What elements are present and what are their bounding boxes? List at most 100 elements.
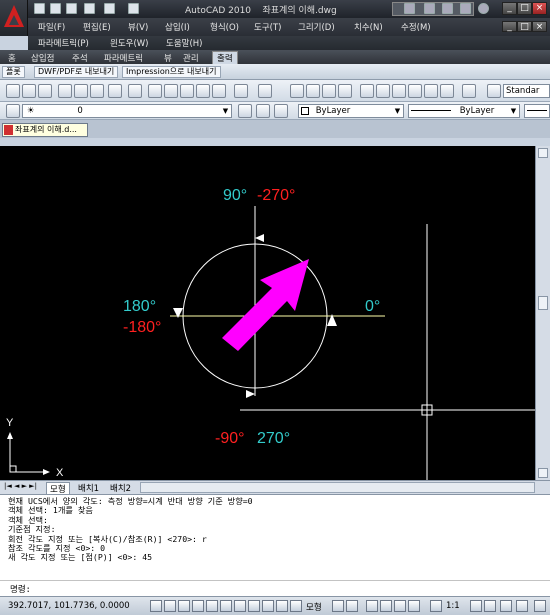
tab-manage[interactable]: 관리	[183, 52, 199, 64]
doc-restore-button[interactable]: □	[517, 21, 532, 32]
ducs-icon[interactable]	[248, 600, 260, 612]
model-space-toggle[interactable]: 모형	[306, 601, 322, 613]
object-snap-icon[interactable]	[206, 600, 218, 612]
markup-icon[interactable]	[424, 84, 438, 98]
menu-view[interactable]: 뷰(V)	[128, 21, 148, 33]
application-menu-button[interactable]	[0, 0, 28, 36]
maximize-button[interactable]: □	[517, 2, 532, 15]
autoscale-icon[interactable]	[484, 600, 496, 612]
redo-icon[interactable]	[104, 3, 115, 14]
tab-annotate[interactable]: 주석	[72, 52, 88, 64]
layer-previous-icon[interactable]	[256, 104, 270, 118]
zoom-previous-icon[interactable]	[338, 84, 352, 98]
dynamic-input-icon[interactable]	[262, 600, 274, 612]
horizontal-scrollbar[interactable]	[140, 482, 535, 493]
zoom-realtime-icon[interactable]	[306, 84, 320, 98]
redo-toolbar-icon[interactable]	[258, 84, 272, 98]
export-impression-button[interactable]: Impression으로 내보내기	[122, 66, 221, 78]
paste-icon[interactable]	[180, 84, 194, 98]
menu-dimension[interactable]: 치수(N)	[354, 21, 383, 33]
zoom-status-icon[interactable]	[380, 600, 392, 612]
scroll-down-button[interactable]	[538, 468, 548, 478]
doc-close-button[interactable]: ×	[532, 21, 547, 32]
tab-nav-icons[interactable]: |◄ ◄ ► ►|	[4, 482, 37, 490]
lock-icon[interactable]	[516, 600, 528, 612]
subscription-icon[interactable]	[442, 3, 453, 14]
close-button[interactable]: ×	[532, 2, 547, 15]
pan-icon[interactable]	[290, 84, 304, 98]
text-style-select[interactable]: Standar	[503, 84, 550, 98]
doc-minimize-button[interactable]: _	[502, 21, 517, 32]
clean-screen-icon[interactable]	[534, 600, 546, 612]
lineweight-select[interactable]	[524, 104, 550, 118]
pan-status-icon[interactable]	[366, 600, 378, 612]
vertical-scrollbar[interactable]	[535, 146, 550, 480]
help-toolbar-icon[interactable]	[462, 84, 476, 98]
coordinate-readout[interactable]: 392.7017, 101.7736, 0.0000	[8, 601, 130, 611]
plot-icon[interactable]	[128, 3, 139, 14]
menu-insert[interactable]: 삽입(I)	[165, 21, 190, 33]
help-icon[interactable]	[478, 3, 489, 14]
layer-select[interactable]: ☀ 0 ▼	[22, 104, 232, 118]
make-layer-current-icon[interactable]	[238, 104, 252, 118]
tool-palettes-icon[interactable]	[392, 84, 406, 98]
layer-properties-icon[interactable]	[6, 104, 20, 118]
menu-file[interactable]: 파일(F)	[38, 21, 65, 33]
steering-wheel-icon[interactable]	[394, 600, 406, 612]
quick-view-drawings-icon[interactable]	[346, 600, 358, 612]
polar-tracking-icon[interactable]	[192, 600, 204, 612]
menu-parametric[interactable]: 파라메트릭(P)	[38, 37, 89, 49]
tab-home[interactable]: 홈	[8, 52, 16, 64]
snap-mode-icon[interactable]	[150, 600, 162, 612]
menu-edit[interactable]: 편집(E)	[83, 21, 111, 33]
quickcalc-icon[interactable]	[440, 84, 454, 98]
drawing-canvas[interactable]: 90° -270° 180° -180° 0° -90° 270° Y X	[0, 146, 535, 480]
properties-icon[interactable]	[360, 84, 374, 98]
open-file-icon[interactable]	[22, 84, 36, 98]
tab-layout1[interactable]: 배치1	[78, 482, 99, 494]
sheet-set-icon[interactable]	[408, 84, 422, 98]
lineweight-icon[interactable]	[276, 600, 288, 612]
annotation-visibility-icon[interactable]	[470, 600, 482, 612]
tab-insert[interactable]: 삽입점	[31, 52, 54, 64]
otrack-icon[interactable]	[234, 600, 246, 612]
match-properties-icon[interactable]	[196, 84, 210, 98]
showmotion-icon[interactable]	[408, 600, 420, 612]
menu-help[interactable]: 도움말(H)	[166, 37, 202, 49]
color-select[interactable]: ByLayer ▼	[298, 104, 404, 118]
command-input[interactable]: 명령:	[10, 583, 31, 595]
menu-tools[interactable]: 도구(T)	[254, 21, 281, 33]
quick-view-layouts-icon[interactable]	[332, 600, 344, 612]
zoom-window-icon[interactable]	[322, 84, 336, 98]
binoculars-icon[interactable]	[404, 3, 415, 14]
tab-view[interactable]: 뷰	[164, 52, 172, 64]
copy-icon[interactable]	[164, 84, 178, 98]
export-dwf-pdf-button[interactable]: DWF/PDF로 내보내기	[34, 66, 119, 78]
3d-dwf-icon[interactable]	[108, 84, 122, 98]
menu-window[interactable]: 윈도우(W)	[110, 37, 149, 49]
star-icon[interactable]	[460, 3, 471, 14]
key-icon[interactable]	[424, 3, 435, 14]
ortho-mode-icon[interactable]	[178, 600, 190, 612]
undo-toolbar-icon[interactable]	[234, 84, 248, 98]
layer-states-icon[interactable]	[274, 104, 288, 118]
save-file-icon[interactable]	[38, 84, 52, 98]
plot-preview-icon[interactable]	[74, 84, 88, 98]
text-style-icon[interactable]	[487, 84, 501, 98]
publish-icon[interactable]	[90, 84, 104, 98]
quick-properties-icon[interactable]	[290, 600, 302, 612]
linetype-select[interactable]: ByLayer ▼	[408, 104, 520, 118]
3d-osnap-icon[interactable]	[220, 600, 232, 612]
menu-draw[interactable]: 그리기(D)	[298, 21, 335, 33]
open-icon[interactable]	[50, 3, 61, 14]
plot-panel-button[interactable]: 플롯	[2, 66, 25, 78]
menu-format[interactable]: 형식(O)	[210, 21, 239, 33]
tab-layout2[interactable]: 배치2	[110, 482, 131, 494]
document-tab[interactable]: 좌표계의 이해.d...	[2, 123, 88, 137]
scroll-thumb[interactable]	[538, 296, 548, 310]
workspace-switching-icon[interactable]	[500, 600, 512, 612]
menu-modify[interactable]: 수정(M)	[401, 21, 431, 33]
save-icon[interactable]	[66, 3, 77, 14]
grid-display-icon[interactable]	[164, 600, 176, 612]
globe-icon[interactable]	[128, 84, 142, 98]
